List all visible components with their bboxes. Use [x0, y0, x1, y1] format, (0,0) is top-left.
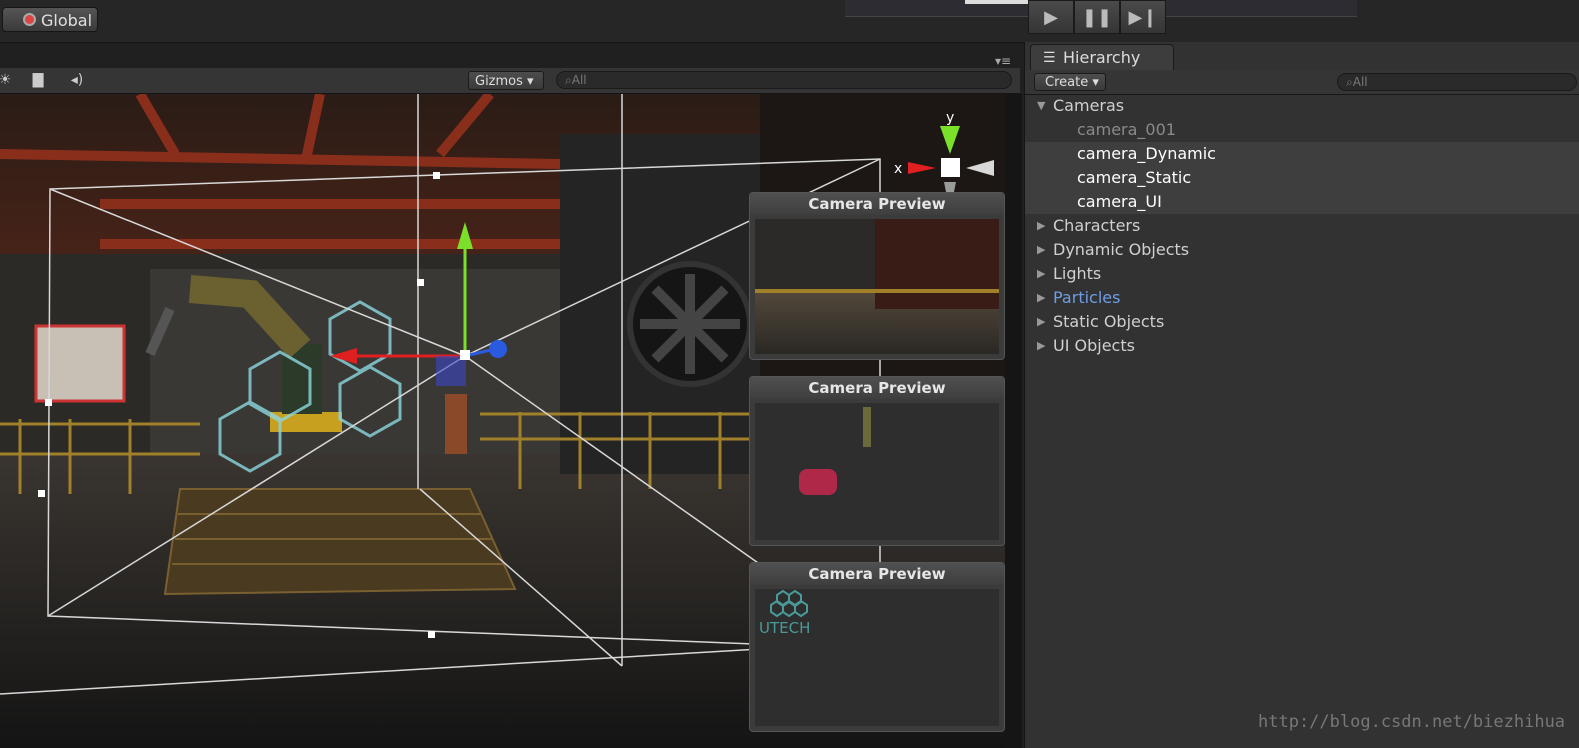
camera-preview-title: Camera Preview: [750, 193, 1004, 215]
hierarchy-item-camera-dynamic[interactable]: camera_Dynamic: [1025, 142, 1579, 166]
axis-y-label: y: [946, 110, 954, 126]
scene-viewport[interactable]: y x Camera Preview Camera Preview Camera…: [0, 94, 1022, 748]
hierarchy-item-cameras[interactable]: ▼ Cameras: [1025, 94, 1579, 118]
hierarchy-item-particles[interactable]: ▶ Particles: [1025, 286, 1579, 310]
hierarchy-item-characters[interactable]: ▶ Characters: [1025, 214, 1579, 238]
utech-logo-text: UTECH: [759, 619, 810, 637]
stairs: [163, 488, 517, 596]
play-controls: ▶ ❚❚ ▶❙: [1028, 0, 1168, 34]
hierarchy-list: ▼ Cameras camera_001 camera_Dynamic came…: [1025, 94, 1579, 358]
tab-hierarchy[interactable]: ☰ Hierarchy: [1030, 44, 1174, 70]
top-toolbar: Global ▶ ❚❚ ▶❙: [0, 0, 1579, 43]
hierarchy-panel: ☰ Hierarchy Create ▾ ⌕All ▼ Cameras came…: [1024, 42, 1579, 748]
camera-preview-title: Camera Preview: [750, 377, 1004, 399]
watermark-text: http://blog.csdn.net/biezhihua: [1258, 712, 1566, 732]
play-icon[interactable]: ▶: [1028, 0, 1074, 34]
sun-icon[interactable]: ☀: [0, 71, 16, 89]
pause-icon[interactable]: ❚❚: [1074, 0, 1120, 34]
audio-icon[interactable]: ◂): [66, 71, 88, 89]
axis-x-label: x: [894, 161, 902, 177]
hierarchy-item-camera-static[interactable]: camera_Static: [1025, 166, 1579, 190]
camera-preview-2: Camera Preview: [749, 376, 1005, 546]
hierarchy-item-camera-001[interactable]: camera_001: [1025, 118, 1579, 142]
hierarchy-item-lights[interactable]: ▶ Lights: [1025, 262, 1579, 286]
global-toggle-button[interactable]: Global: [2, 7, 98, 32]
camera-preview-image: [755, 219, 999, 354]
image-icon[interactable]: ▇: [27, 71, 49, 89]
hierarchy-search-input[interactable]: ⌕All: [1337, 73, 1577, 91]
hierarchy-item-static-objects[interactable]: ▶ Static Objects: [1025, 310, 1579, 334]
hierarchy-item-camera-ui[interactable]: camera_UI: [1025, 190, 1579, 214]
collapsed-arrow-icon[interactable]: ▶: [1037, 286, 1045, 310]
camera-preview-image: UTECH: [755, 589, 999, 726]
hierarchy-item-ui-objects[interactable]: ▶ UI Objects: [1025, 334, 1579, 358]
camera-preview-1: Camera Preview: [749, 192, 1005, 360]
utech-logo: UTECH: [759, 589, 810, 637]
hierarchy-item-dynamic-objects[interactable]: ▶ Dynamic Objects: [1025, 238, 1579, 262]
scene-toolbar: ☀ ▇ ◂) Gizmos ▾ ⌕All: [0, 68, 1020, 94]
global-label: Global: [41, 11, 93, 30]
search-icon: ⌕: [565, 73, 572, 87]
hierarchy-toolbar: Create ▾ ⌕All: [1025, 70, 1579, 95]
camera-preview-3: Camera Preview UTECH: [749, 562, 1005, 732]
panel-menu-icon[interactable]: ▾≡: [995, 54, 1011, 68]
expanded-arrow-icon[interactable]: ▼: [1037, 94, 1045, 118]
collapsed-arrow-icon[interactable]: ▶: [1037, 262, 1045, 286]
collapsed-arrow-icon[interactable]: ▶: [1037, 310, 1045, 334]
collapsed-arrow-icon[interactable]: ▶: [1037, 334, 1045, 358]
character: [445, 394, 467, 454]
search-icon: ⌕: [1346, 75, 1353, 89]
collapsed-arrow-icon[interactable]: ▶: [1037, 238, 1045, 262]
scene-search-input[interactable]: ⌕All: [556, 71, 1012, 89]
camera-preview-title: Camera Preview: [750, 563, 1004, 585]
step-icon[interactable]: ▶❙: [1120, 0, 1166, 34]
collapsed-arrow-icon[interactable]: ▶: [1037, 214, 1045, 238]
camera-preview-image: [755, 403, 999, 540]
record-dot-icon: [23, 13, 36, 26]
list-icon: ☰: [1043, 50, 1056, 66]
gizmos-dropdown[interactable]: Gizmos ▾: [468, 71, 544, 90]
create-dropdown[interactable]: Create ▾: [1034, 73, 1106, 91]
